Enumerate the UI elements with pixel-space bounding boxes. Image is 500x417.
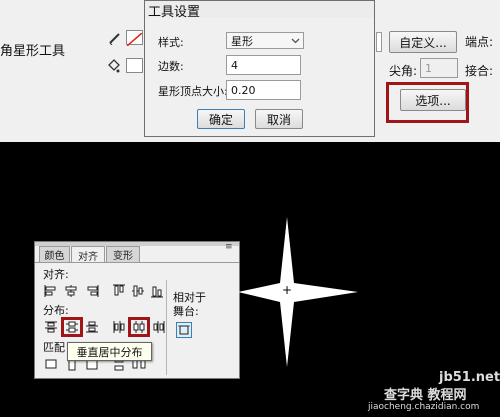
style-select[interactable]: 星形 [226,32,304,49]
options-button[interactable]: 选项... [400,89,466,111]
cancel-button[interactable]: 取消 [255,109,303,129]
align-bottom-edge-icon[interactable] [150,284,164,298]
match-width-icon[interactable] [44,357,58,371]
distribute-bottom-icon[interactable] [85,320,99,334]
custom-button[interactable]: 自定义... [389,31,457,53]
sharp-angle-field[interactable]: 1 [420,58,458,78]
tab-divider [35,262,239,263]
relative-to-stage-toggle[interactable] [176,322,192,338]
align-vertical-center-icon[interactable] [131,284,145,298]
style-label: 样式: [158,36,184,49]
sharp-angle-label: 尖角: [389,64,418,78]
distribute-right-icon[interactable] [152,320,166,334]
tab-color[interactable]: 颜色 [39,246,70,262]
vertex-size-input[interactable]: 0.20 [226,80,301,100]
watermark-url: jiaocheng.chazidian.com [368,402,480,412]
style-select-value: 星形 [231,34,253,48]
fill-color-swatch[interactable] [126,58,143,73]
stroke-color-swatch[interactable] [126,30,143,47]
chevron-down-icon [291,35,300,48]
pencil-icon[interactable] [108,30,122,49]
tool-name-label: 角星形工具 [0,44,66,59]
stroke-field-edge [376,32,382,52]
registration-point-icon: + [282,283,293,297]
watermark-site: jb51.net [439,370,500,385]
panel-menu-icon[interactable]: ≡ [225,242,233,252]
distribute-horizontal-center-icon[interactable] [132,320,146,334]
align-top-edge-icon[interactable] [112,284,126,298]
align-right-edge-icon[interactable] [85,284,99,298]
sides-label: 边数: [158,60,184,73]
paint-bucket-icon[interactable] [106,58,120,77]
dialog-title: 工具设置 [148,5,201,20]
tool-settings-dialog: 工具设置 样式: 星形 边数: 4 星形顶点大小: 0.20 确定 取消 [144,0,375,137]
align-label: 对齐: [43,268,69,281]
watermark-brand: 查字典 教程网 [384,388,467,403]
distribute-label: 分布: [43,304,69,317]
ok-button[interactable]: 确定 [197,109,245,129]
endpoint-label: 端点: [465,35,494,49]
match-size-label: 匹配 [43,341,65,354]
sides-input[interactable]: 4 [226,55,301,75]
tab-align[interactable]: 对齐 [71,246,105,263]
stage-label: 舞台: [173,305,199,318]
vertex-size-label: 星形顶点大小: [158,85,228,98]
star-shape[interactable] [238,217,360,367]
tooltip: 垂直居中分布 [67,342,152,361]
distribute-left-icon[interactable] [112,320,126,334]
distribute-top-icon[interactable] [44,320,58,334]
align-horizontal-center-icon[interactable] [64,284,78,298]
distribute-vertical-center-icon[interactable] [65,320,79,334]
align-left-edge-icon[interactable] [44,284,58,298]
join-label: 接合: [465,64,494,78]
panel-separator [166,280,167,375]
tab-transform[interactable]: 变形 [106,246,140,262]
